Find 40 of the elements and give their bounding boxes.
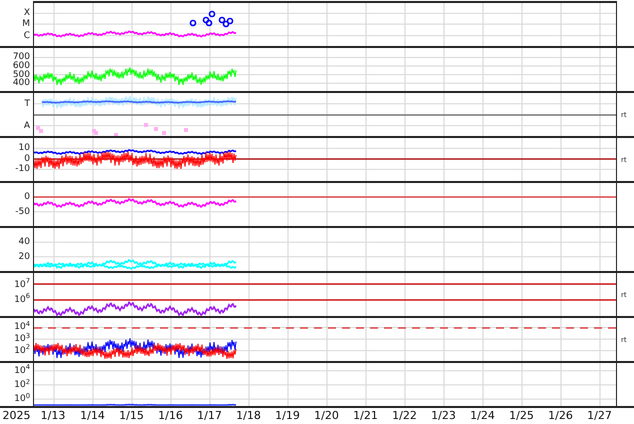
axis-label: 40	[18, 237, 30, 248]
axis-label: 10$^{0}$	[14, 394, 30, 404]
date-label: 1/22	[392, 410, 417, 422]
year-label: 2025	[2, 410, 30, 422]
date-label: 1/19	[275, 410, 300, 422]
axis-label: 10$^{4}$	[14, 366, 30, 376]
date-label: 1/24	[470, 410, 495, 422]
date-label: 1/20	[314, 410, 339, 422]
axis-label: 0	[24, 192, 30, 202]
axis-label: 600	[12, 61, 30, 72]
axis-label: 400	[12, 78, 30, 88]
axis-label: T	[24, 98, 30, 109]
axis-label: 10	[18, 143, 30, 154]
date-label: 1/13	[40, 410, 66, 422]
axis-label: 10$^{3}$	[14, 334, 30, 344]
date-label: 1/27	[587, 410, 612, 422]
axis-label: -50	[15, 206, 30, 217]
date-label: 1/17	[197, 410, 222, 422]
axis-label: 10$^{4}$	[14, 322, 30, 332]
axis-label: 20	[18, 252, 30, 262]
axis-label: A	[24, 120, 30, 131]
date-label: 1/18	[236, 410, 261, 422]
axis-label: -10	[15, 164, 30, 174]
axis-label: 10$^{7}$	[14, 280, 30, 290]
date-label: 1/14	[80, 410, 105, 422]
date-label: 1/21	[353, 410, 378, 422]
axis-label: 10$^{2}$	[14, 380, 30, 390]
axis-label: 10$^{6}$	[14, 294, 30, 305]
axis-label: 0	[24, 154, 30, 164]
date-label: 1/25	[509, 410, 534, 422]
date-label: 1/15	[119, 410, 144, 422]
axis-label: 10$^{2}$	[14, 346, 30, 356]
date-label: 1/16	[158, 410, 183, 422]
axis-label: M	[22, 19, 30, 30]
date-label: 1/23	[431, 410, 456, 422]
axis-label: 700	[12, 52, 30, 62]
axis-label: X	[24, 8, 30, 18]
date-label: 1/26	[548, 410, 573, 422]
axis-label: 500	[12, 70, 30, 80]
axis-label: C	[24, 30, 30, 41]
